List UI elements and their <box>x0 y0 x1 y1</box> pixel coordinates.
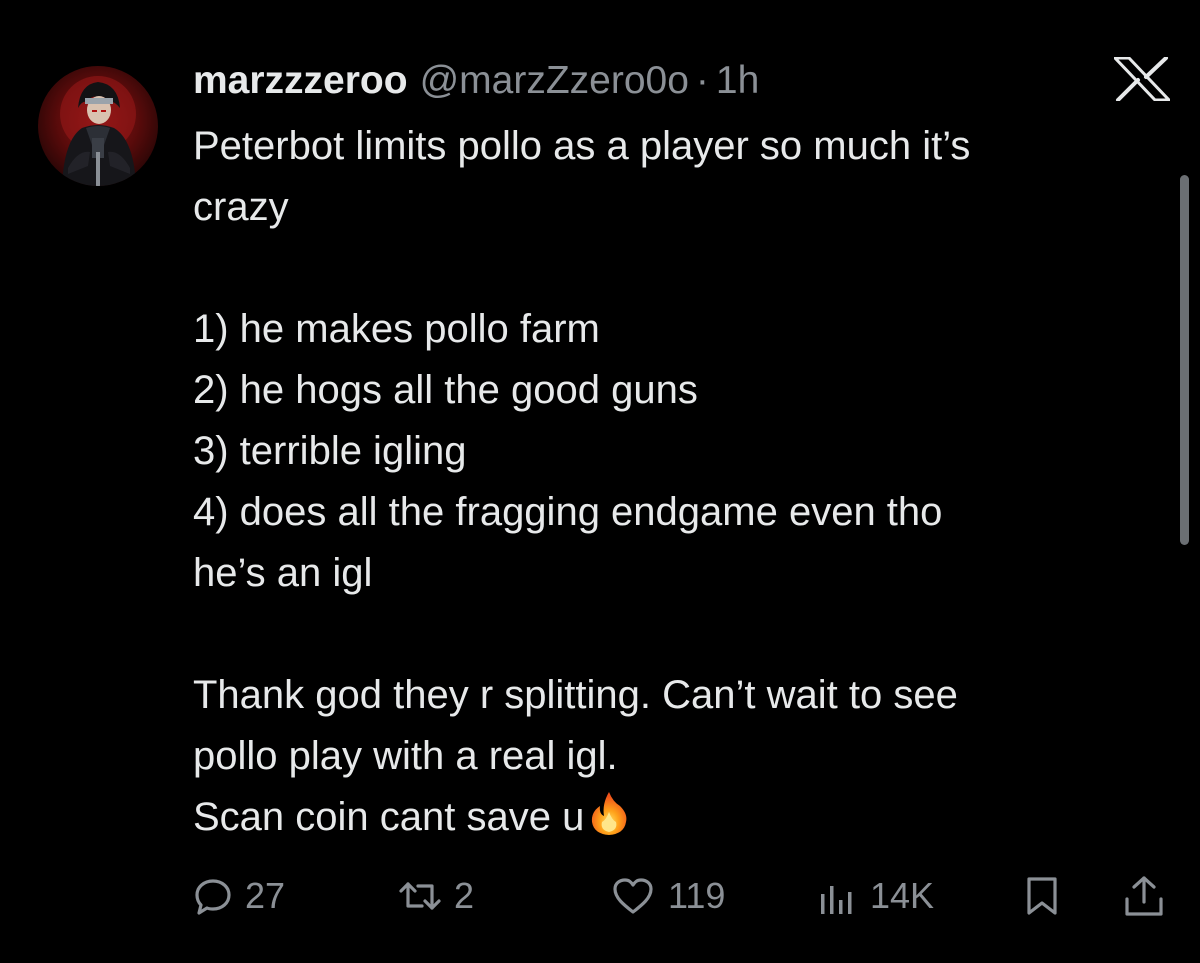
tweet-text-last-line: Scan coin cant save u <box>193 787 1153 848</box>
author-handle[interactable]: @marzZzero0o <box>420 59 689 103</box>
share-icon <box>1122 874 1166 918</box>
tweet-text-line: Scan coin cant save u <box>193 795 585 839</box>
tweet-text-line: crazy <box>193 185 289 229</box>
tweet-text-line: 4) does all the fragging endgame even th… <box>193 490 943 534</box>
like-count: 119 <box>668 875 726 916</box>
heart-icon <box>610 876 656 916</box>
tweet-text-line: 1) he makes pollo farm <box>193 307 600 351</box>
fire-emoji <box>588 790 630 854</box>
tweet-text-line: Thank god they r splitting. Can’t wait t… <box>193 673 958 717</box>
author-avatar[interactable] <box>38 66 158 186</box>
like-button[interactable]: 119 <box>610 872 725 920</box>
tweet-text-line: 2) he hogs all the good guns <box>193 368 698 412</box>
reply-icon <box>193 876 233 916</box>
tweet-text-line: pollo play with a real igl. <box>193 734 618 778</box>
tweet-text-line: he’s an igl <box>193 551 373 595</box>
bookmark-icon <box>1024 875 1060 917</box>
reply-count: 27 <box>245 875 286 916</box>
repost-button[interactable]: 2 <box>398 872 474 920</box>
tweet-header: marzzzeroo @marzZzero0o · 1h <box>193 56 759 106</box>
reply-button[interactable]: 27 <box>193 872 285 920</box>
tweet-text-line: Peterbot limits pollo as a player so muc… <box>193 124 971 168</box>
repost-count: 2 <box>454 875 475 916</box>
share-button[interactable] <box>1122 872 1178 920</box>
scrollbar-thumb[interactable] <box>1180 175 1189 545</box>
x-logo-icon <box>1113 56 1171 102</box>
views-button[interactable]: 14K <box>818 872 934 920</box>
tweet-text: Peterbot limits pollo as a player so muc… <box>193 116 1153 848</box>
analytics-bars-icon <box>818 876 858 916</box>
profile-avatar-icon <box>60 76 136 186</box>
bookmark-button[interactable] <box>1024 872 1072 920</box>
post-time[interactable]: 1h <box>716 59 759 103</box>
separator-dot: · <box>695 59 709 102</box>
repost-icon <box>398 876 442 916</box>
author-display-name[interactable]: marzzzeroo <box>193 59 408 103</box>
views-count: 14K <box>870 875 935 916</box>
tweet-text-line: 3) terrible igling <box>193 429 467 473</box>
